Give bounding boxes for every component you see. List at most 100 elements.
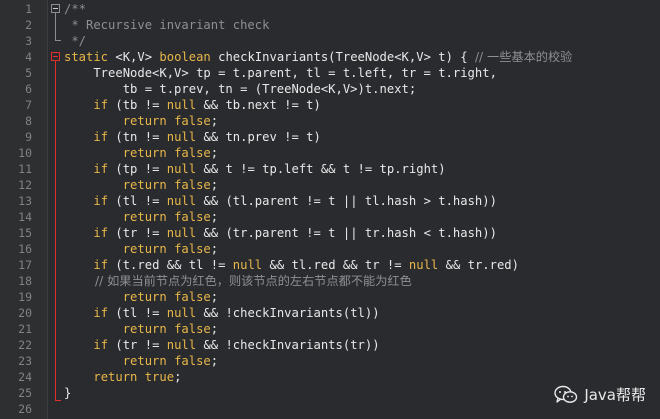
code-token: ; <box>210 178 219 192</box>
code-line[interactable]: return false; <box>64 321 218 337</box>
keyword-token: if <box>93 98 109 112</box>
code-token: && !checkInvariants(tl)) <box>196 306 380 320</box>
code-line[interactable]: if (tl != null && !checkInvariants(tl)) <box>64 305 380 321</box>
keyword-token: null <box>166 98 197 112</box>
code-token: (tr != <box>108 226 167 240</box>
code-line[interactable]: return false; <box>64 145 218 161</box>
code-line[interactable]: static <K,V> boolean checkInvariants(Tre… <box>64 49 572 65</box>
line-number: 1 <box>25 2 32 16</box>
keyword-token: return true <box>93 370 175 384</box>
code-line[interactable]: if (tn != null && tn.prev != t) <box>64 129 321 145</box>
code-line[interactable]: return false; <box>64 353 218 369</box>
code-line[interactable]: return false; <box>64 113 218 129</box>
line-number: 14 <box>18 210 32 224</box>
line-number: 18 <box>18 274 32 288</box>
fold-guide-line <box>55 13 56 40</box>
line-number: 7 <box>25 98 32 112</box>
code-token: && (tl.parent != t || tl.hash > t.hash)) <box>196 194 497 208</box>
code-token: ; <box>210 290 219 304</box>
line-number: 12 <box>18 178 32 192</box>
code-token: && tl.red && tr != <box>262 258 409 272</box>
keyword-token: return false <box>122 114 211 128</box>
code-token: ; <box>210 322 219 336</box>
line-number: 9 <box>25 130 32 144</box>
code-token: tb = t.prev, tn = (TreeNode<K,V>)t.next; <box>64 82 417 96</box>
line-number: 5 <box>25 66 32 80</box>
keyword-token: null <box>166 226 197 240</box>
code-line[interactable]: } <box>64 385 71 401</box>
code-token: && t != tp.left && t != tp.right) <box>196 162 446 176</box>
line-number: 15 <box>18 226 32 240</box>
code-token: && !checkInvariants(tr)) <box>196 338 380 352</box>
comment-token: */ <box>64 34 87 48</box>
line-number-gutter: 1 2 3 4 5 6 7 8 9 10 11 12 13 14 15 16 17 18 19 20 21 22 23 24 2… <box>0 0 48 419</box>
keyword-token: return false <box>122 322 211 336</box>
code-token: checkInvariants(TreeNode<K,V> t) { <box>210 50 475 64</box>
keyword-token: null <box>166 338 197 352</box>
code-token: && (tr.parent != t || tr.hash < t.hash)) <box>196 226 497 240</box>
code-line[interactable]: /** <box>64 1 86 17</box>
line-number: 24 <box>18 370 32 384</box>
comment-token: // 如果当前节点为红色，则该节点的左右节点都不能为红色 <box>64 274 412 288</box>
code-line[interactable]: if (tb != null && tb.next != t) <box>64 97 321 113</box>
code-line[interactable]: if (tl != null && (tl.parent != t || tl.… <box>64 193 497 209</box>
code-token: TreeNode<K,V> tp = t.parent, tl = t.left… <box>64 66 497 80</box>
line-number: 4 <box>25 50 32 64</box>
code-token: ; <box>210 242 219 256</box>
comment-token: /** <box>64 2 87 16</box>
code-line[interactable]: return false; <box>64 289 218 305</box>
line-number: 17 <box>18 258 32 272</box>
comment-token: * Recursive invariant check <box>64 18 270 32</box>
code-line[interactable]: */ <box>64 33 86 49</box>
keyword-token: return false <box>122 242 211 256</box>
keyword-token: null <box>166 306 197 320</box>
code-line[interactable]: // 如果当前节点为红色，则该节点的左右节点都不能为红色 <box>64 273 412 289</box>
line-number: 23 <box>18 354 32 368</box>
code-line[interactable]: TreeNode<K,V> tp = t.parent, tl = t.left… <box>64 65 497 81</box>
line-number: 6 <box>25 82 32 96</box>
code-line[interactable]: if (tp != null && t != tp.left && t != t… <box>64 161 446 177</box>
code-token: ; <box>174 370 182 384</box>
code-line[interactable]: return false; <box>64 209 218 225</box>
code-token: (tb != <box>108 98 167 112</box>
code-line[interactable]: tb = t.prev, tn = (TreeNode<K,V>)t.next; <box>64 81 417 97</box>
code-line[interactable]: * Recursive invariant check <box>64 17 269 33</box>
fold-collapse-icon[interactable] <box>51 52 60 61</box>
keyword-token: return false <box>122 290 211 304</box>
code-line[interactable]: if (t.red && tl != null && tl.red && tr … <box>64 257 519 273</box>
keyword-token: if <box>93 338 109 352</box>
line-number: 19 <box>18 290 32 304</box>
line-number: 21 <box>18 322 32 336</box>
keyword-token: if <box>93 258 109 272</box>
fold-collapse-icon[interactable] <box>51 4 60 13</box>
code-editor[interactable]: 1 2 3 4 5 6 7 8 9 10 11 12 13 14 15 16 17 18 19 20 21 22 23 24 2… <box>0 0 660 419</box>
line-number: 2 <box>25 18 32 32</box>
code-token: (tn != <box>108 130 167 144</box>
code-token: (tl != <box>108 194 167 208</box>
code-token: (tl != <box>108 306 167 320</box>
code-token: ; <box>210 114 219 128</box>
keyword-token: if <box>93 162 109 176</box>
keyword-token: if <box>93 306 109 320</box>
fold-guide-end <box>55 400 61 401</box>
code-line[interactable]: return false; <box>64 241 218 257</box>
keyword-token: if <box>93 226 109 240</box>
code-token: (tp != <box>108 162 167 176</box>
wechat-icon <box>554 385 578 403</box>
code-token: ; <box>210 354 219 368</box>
code-line[interactable]: if (tr != null && !checkInvariants(tr)) <box>64 337 380 353</box>
keyword-token: if <box>93 194 109 208</box>
line-number: 20 <box>18 306 32 320</box>
keyword-token: static <box>64 50 109 64</box>
code-line[interactable]: return false; <box>64 177 218 193</box>
code-line[interactable]: if (tr != null && (tr.parent != t || tr.… <box>64 225 497 241</box>
code-line[interactable]: return true; <box>64 369 181 385</box>
